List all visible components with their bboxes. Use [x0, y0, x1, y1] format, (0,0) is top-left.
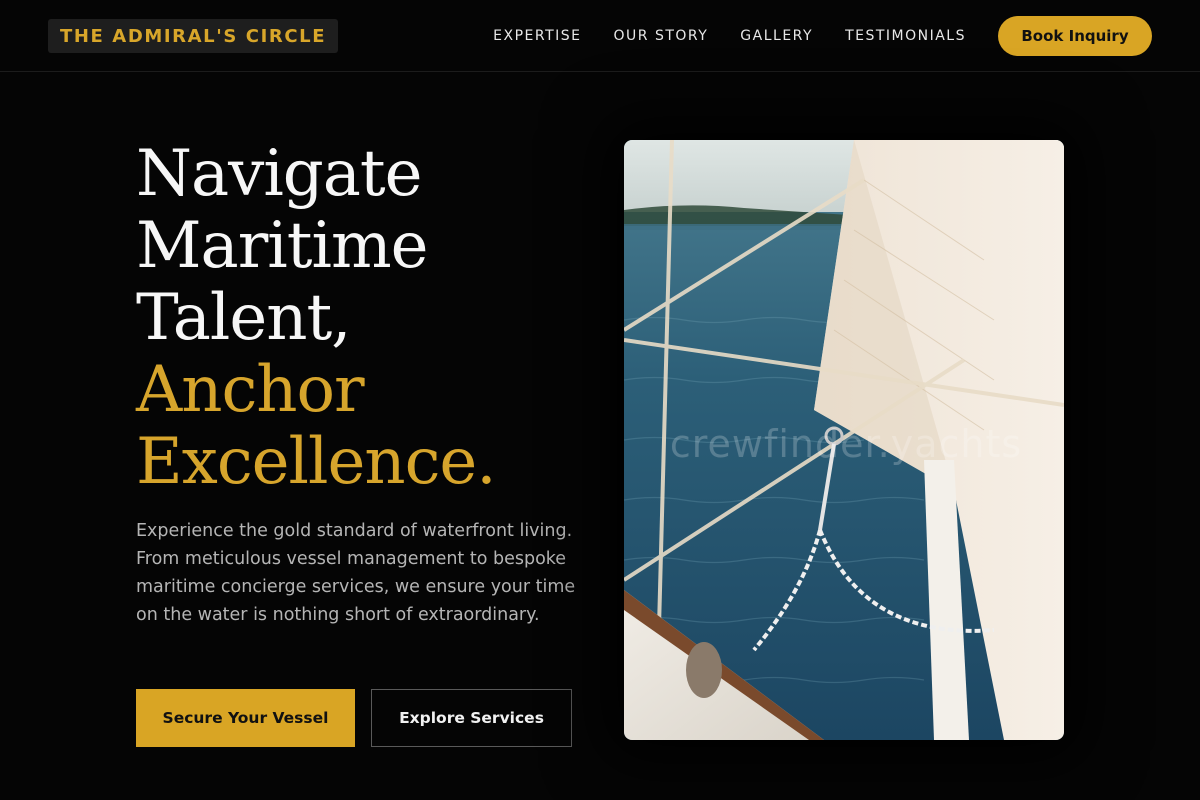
nav-link-gallery[interactable]: GALLERY	[740, 28, 813, 44]
book-inquiry-button[interactable]: Book Inquiry	[998, 15, 1152, 56]
brand-logo[interactable]: THE ADMIRAL'S CIRCLE	[48, 18, 339, 53]
site-header: THE ADMIRAL'S CIRCLE EXPERTISE OUR STORY…	[0, 0, 1200, 72]
hero-title-line: Talent,	[136, 281, 351, 355]
hero-title-gold-line: Excellence.	[136, 425, 497, 499]
image-watermark: crewfinder.yachts	[669, 422, 1023, 466]
hero-title-line: Navigate	[136, 137, 422, 211]
main-nav: EXPERTISE OUR STORY GALLERY TESTIMONIALS…	[493, 15, 1152, 56]
nav-link-our-story[interactable]: OUR STORY	[614, 28, 709, 44]
nav-link-testimonials[interactable]: TESTIMONIALS	[845, 28, 966, 44]
hero-description: Experience the gold standard of waterfro…	[136, 521, 576, 625]
nav-link-expertise[interactable]: EXPERTISE	[493, 28, 581, 44]
hero-title-line: Maritime	[136, 209, 428, 283]
hero-image: crewfinder.yachts	[624, 140, 1064, 740]
explore-services-button[interactable]: Explore Services	[371, 689, 572, 747]
secure-your-vessel-button[interactable]: Secure Your Vessel	[136, 689, 355, 747]
hero-title-gold-line: Anchor	[136, 353, 365, 427]
hero-title: Navigate Maritime Talent, Anchor Excelle…	[136, 137, 497, 499]
